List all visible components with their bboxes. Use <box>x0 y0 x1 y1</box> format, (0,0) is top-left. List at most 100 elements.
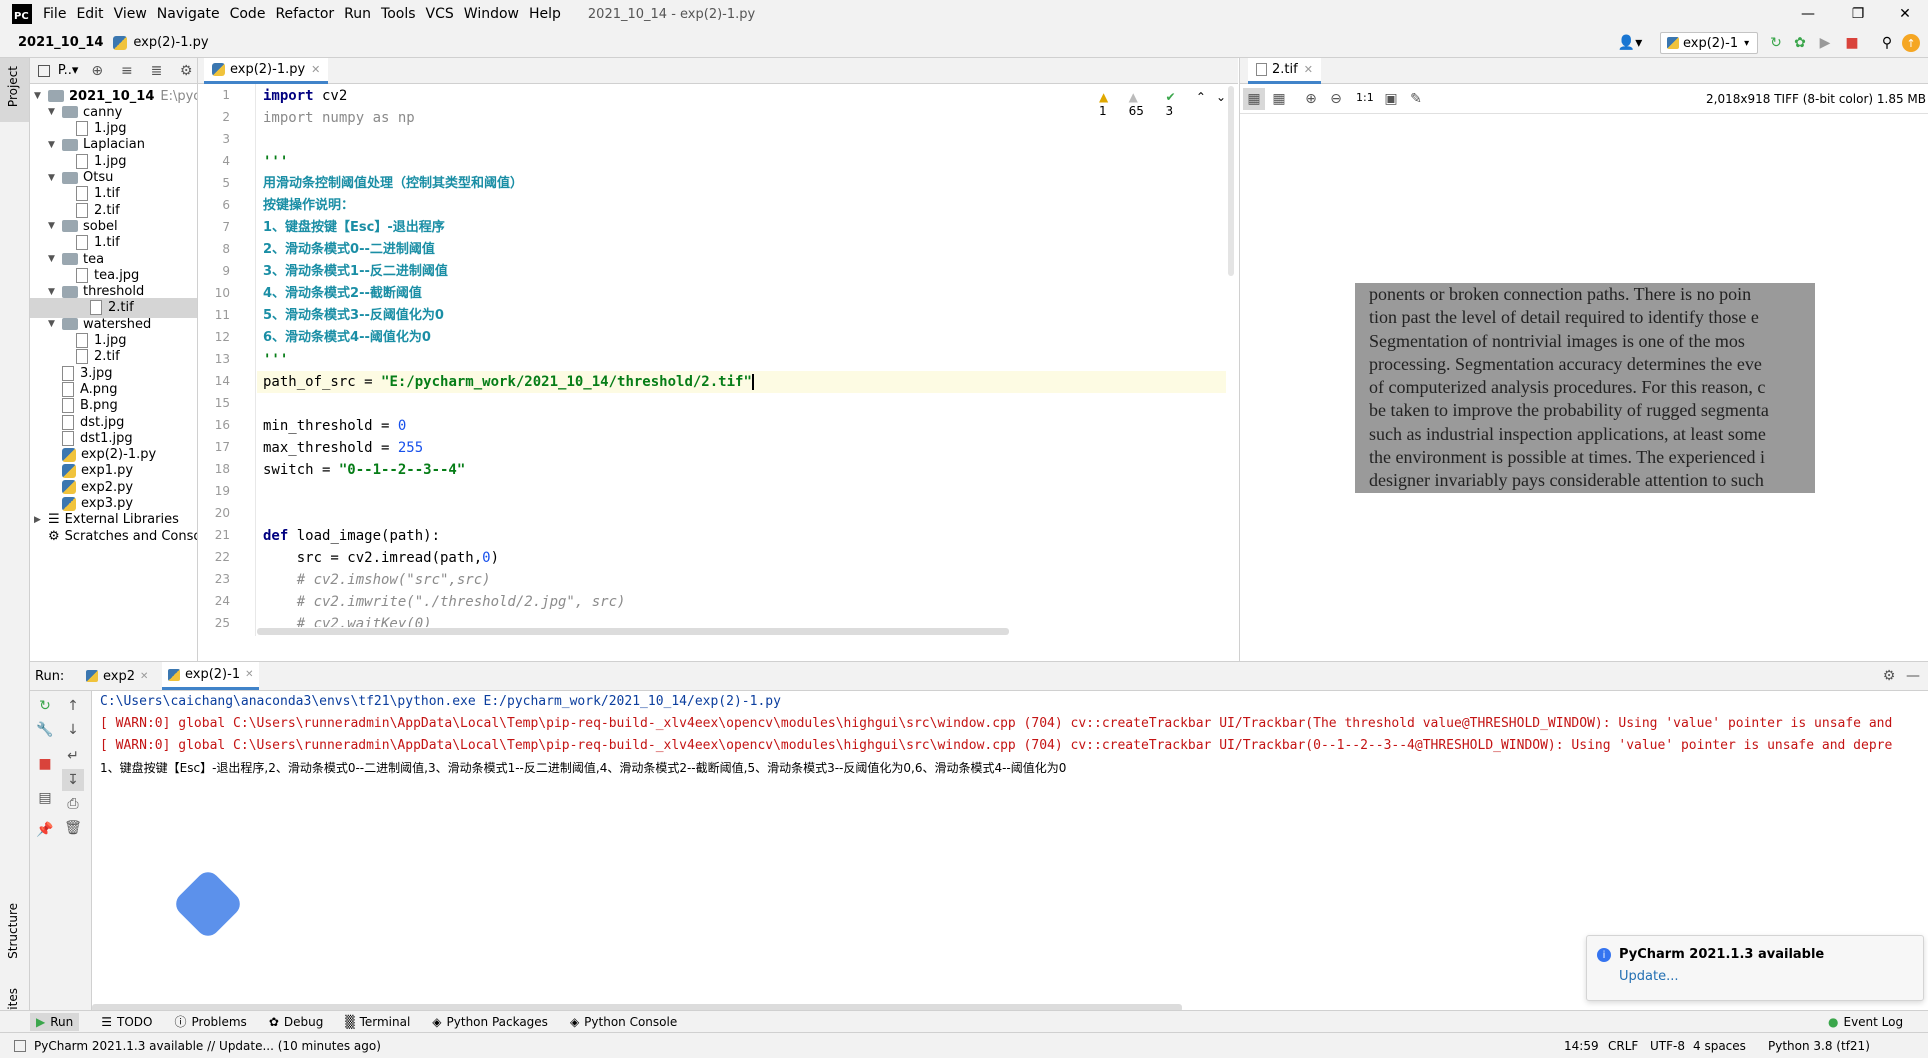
menu-refactor[interactable]: Refactor <box>270 6 339 22</box>
image-text-line: Segmentation of nontrivial images is one… <box>1369 330 1745 351</box>
zoom-out-icon[interactable]: ⊖ <box>1325 88 1347 110</box>
menu-code[interactable]: Code <box>225 6 271 22</box>
layout-icon[interactable]: ▤ <box>34 787 56 809</box>
caret-position[interactable]: 14:59 <box>1564 1039 1599 1053</box>
scroll-to-end-icon[interactable]: ↧ <box>62 769 84 791</box>
color-picker-icon[interactable]: ✎ <box>1405 88 1427 110</box>
search-icon[interactable]: ⚲ <box>1877 33 1897 53</box>
menu-navigate[interactable]: Navigate <box>152 6 225 22</box>
fit-zoom-icon[interactable]: ▣ <box>1380 88 1402 110</box>
rerun-icon[interactable]: ↻ <box>1766 33 1786 53</box>
tool-python-console[interactable]: ◈ Python Console <box>570 1015 677 1029</box>
wrench-icon[interactable]: 🔧 <box>34 719 56 741</box>
coverage-icon[interactable]: ▶ <box>1815 33 1835 53</box>
breadcrumb-file[interactable]: exp(2)-1.py <box>127 35 214 50</box>
update-icon[interactable]: ↑ <box>1902 34 1920 52</box>
grid-icon[interactable]: ▦ <box>1268 88 1290 110</box>
notification-update-link[interactable]: Update... <box>1619 969 1678 984</box>
minimize-icon[interactable]: — <box>1785 0 1831 28</box>
line-separator[interactable]: CRLF <box>1608 1039 1638 1053</box>
python-file-icon <box>1667 37 1679 49</box>
expand-all-icon[interactable]: ≡ <box>116 60 138 82</box>
up-arrow-icon[interactable]: ↑ <box>62 695 84 717</box>
project-view-select[interactable]: P..▾ <box>58 63 79 78</box>
run-tab-exp2[interactable]: exp2 ✕ <box>80 662 154 690</box>
user-icon[interactable]: 👤▾ <box>1615 33 1645 53</box>
code-line-6: 按键操作说明： <box>263 198 355 213</box>
viewer-tab-bar: 2.tif ✕ <box>1240 58 1928 84</box>
menu-run[interactable]: Run <box>339 6 376 22</box>
gear-icon[interactable]: ⚙ <box>1878 665 1900 687</box>
code-line-12: 6、滑动条模式4--阈值化为0 <box>263 330 431 345</box>
run-toolbar: ↻ 🔧 ■ ▤ 📌 ↑ ↓ ↵ ↧ ⎙ 🗑 <box>30 691 92 1031</box>
tool-event-log[interactable]: ● Event Log <box>1828 1015 1903 1029</box>
terminal-icon: ▒ <box>345 1014 355 1029</box>
menu-view[interactable]: View <box>109 6 152 22</box>
rerun-icon[interactable]: ↻ <box>34 695 56 717</box>
tool-python-packages[interactable]: ◈ Python Packages <box>432 1015 548 1029</box>
status-message[interactable]: PyCharm 2021.1.3 available // Update... … <box>34 1039 381 1053</box>
tree-label: exp3.py <box>81 496 134 511</box>
collapse-all-icon[interactable]: ≣ <box>146 60 168 82</box>
tool-todo[interactable]: ☰ TODO <box>101 1015 152 1029</box>
run-config-select[interactable]: exp(2)-1 ▾ <box>1660 32 1758 54</box>
debug-icon[interactable]: ✿ <box>1790 33 1810 53</box>
code-line-8: 2、滑动条模式0--二进制阈值 <box>263 242 435 257</box>
gear-icon[interactable]: ⚙ <box>175 60 197 82</box>
status-toggle-icon[interactable] <box>14 1039 26 1052</box>
console-warning: [ WARN:0] global C:\Users\runneradmin\Ap… <box>100 738 1893 753</box>
menu-edit[interactable]: Edit <box>71 6 108 22</box>
python-interpreter[interactable]: Python 3.8 (tf21) <box>1768 1039 1870 1053</box>
zoom-in-icon[interactable]: ⊕ <box>1300 88 1322 110</box>
transparency-chessboard-icon[interactable]: ▦ <box>1243 88 1265 110</box>
actual-size-button[interactable]: 1:1 <box>1356 91 1374 104</box>
tool-run[interactable]: ▶ Run <box>30 1012 80 1031</box>
floating-bird-icon[interactable] <box>171 867 245 941</box>
file-encoding[interactable]: UTF-8 <box>1650 1039 1685 1053</box>
menu-file[interactable]: File <box>38 6 71 22</box>
hide-panel-icon[interactable]: — <box>1902 665 1924 687</box>
code-line-17: max_threshold = 255 <box>263 440 424 456</box>
inspection-widget[interactable]: ▲ 1 ▲ 65 ✔ 3 ⌃ ⌄ <box>1099 90 1226 118</box>
structure-tool-tab[interactable]: Structure <box>6 903 20 959</box>
vertical-scrollbar-thumb[interactable] <box>1228 86 1234 276</box>
stop-icon[interactable]: ■ <box>34 753 56 775</box>
tab-2-tif[interactable]: 2.tif ✕ <box>1248 58 1321 84</box>
next-highlight-icon[interactable]: ⌄ <box>1216 90 1226 118</box>
horizontal-scrollbar[interactable] <box>257 628 1009 635</box>
trash-icon[interactable]: 🗑 <box>62 817 84 839</box>
close-tab-icon[interactable]: ✕ <box>311 63 320 76</box>
typo-count: ✔ 3 <box>1165 90 1176 118</box>
line-number: 15 <box>214 396 230 410</box>
restore-icon[interactable]: ❐ <box>1835 0 1881 28</box>
tool-problems[interactable]: ⓘ Problems <box>174 1013 246 1030</box>
tree-label: canny <box>83 104 123 120</box>
pin-icon[interactable]: 📌 <box>34 819 56 841</box>
down-arrow-icon[interactable]: ↓ <box>62 719 84 741</box>
menu-vcs[interactable]: VCS <box>421 6 459 22</box>
close-tab-icon[interactable]: ✕ <box>140 671 148 682</box>
soft-wrap-icon[interactable]: ↵ <box>62 745 84 767</box>
error-stripe[interactable] <box>1226 84 1238 636</box>
locate-icon[interactable]: ⊕ <box>86 60 108 82</box>
menu-help[interactable]: Help <box>524 6 566 22</box>
menu-tools[interactable]: Tools <box>376 6 421 22</box>
close-icon[interactable]: ✕ <box>1882 0 1928 28</box>
indent-setting[interactable]: 4 spaces <box>1693 1039 1746 1053</box>
breadcrumb-project[interactable]: 2021_10_14 <box>12 35 109 50</box>
menu-window[interactable]: Window <box>459 6 524 22</box>
close-tab-icon[interactable]: ✕ <box>245 669 253 680</box>
tab-exp2-1-py[interactable]: exp(2)-1.py ✕ <box>204 58 329 84</box>
image-preview: ponents or broken connection paths. Ther… <box>1355 283 1815 493</box>
image-file-icon <box>62 414 74 430</box>
project-tool-tab[interactable]: Project <box>6 66 20 107</box>
code-editor[interactable]: ▲ 1 ▲ 65 ✔ 3 ⌃ ⌄ import cv2 import numpy… <box>257 84 1226 636</box>
tool-terminal[interactable]: ▒ Terminal <box>345 1015 410 1029</box>
run-tab-exp2-1[interactable]: exp(2)-1 ✕ <box>162 662 260 690</box>
stop-icon[interactable]: ■ <box>1842 33 1862 53</box>
close-tab-icon[interactable]: ✕ <box>1304 63 1313 76</box>
tool-debug[interactable]: ✿ Debug <box>269 1015 324 1029</box>
tree-scratches[interactable]: ⚙Scratches and Consoles <box>48 526 197 546</box>
print-icon[interactable]: ⎙ <box>62 793 84 815</box>
previous-highlight-icon[interactable]: ⌃ <box>1196 90 1206 118</box>
